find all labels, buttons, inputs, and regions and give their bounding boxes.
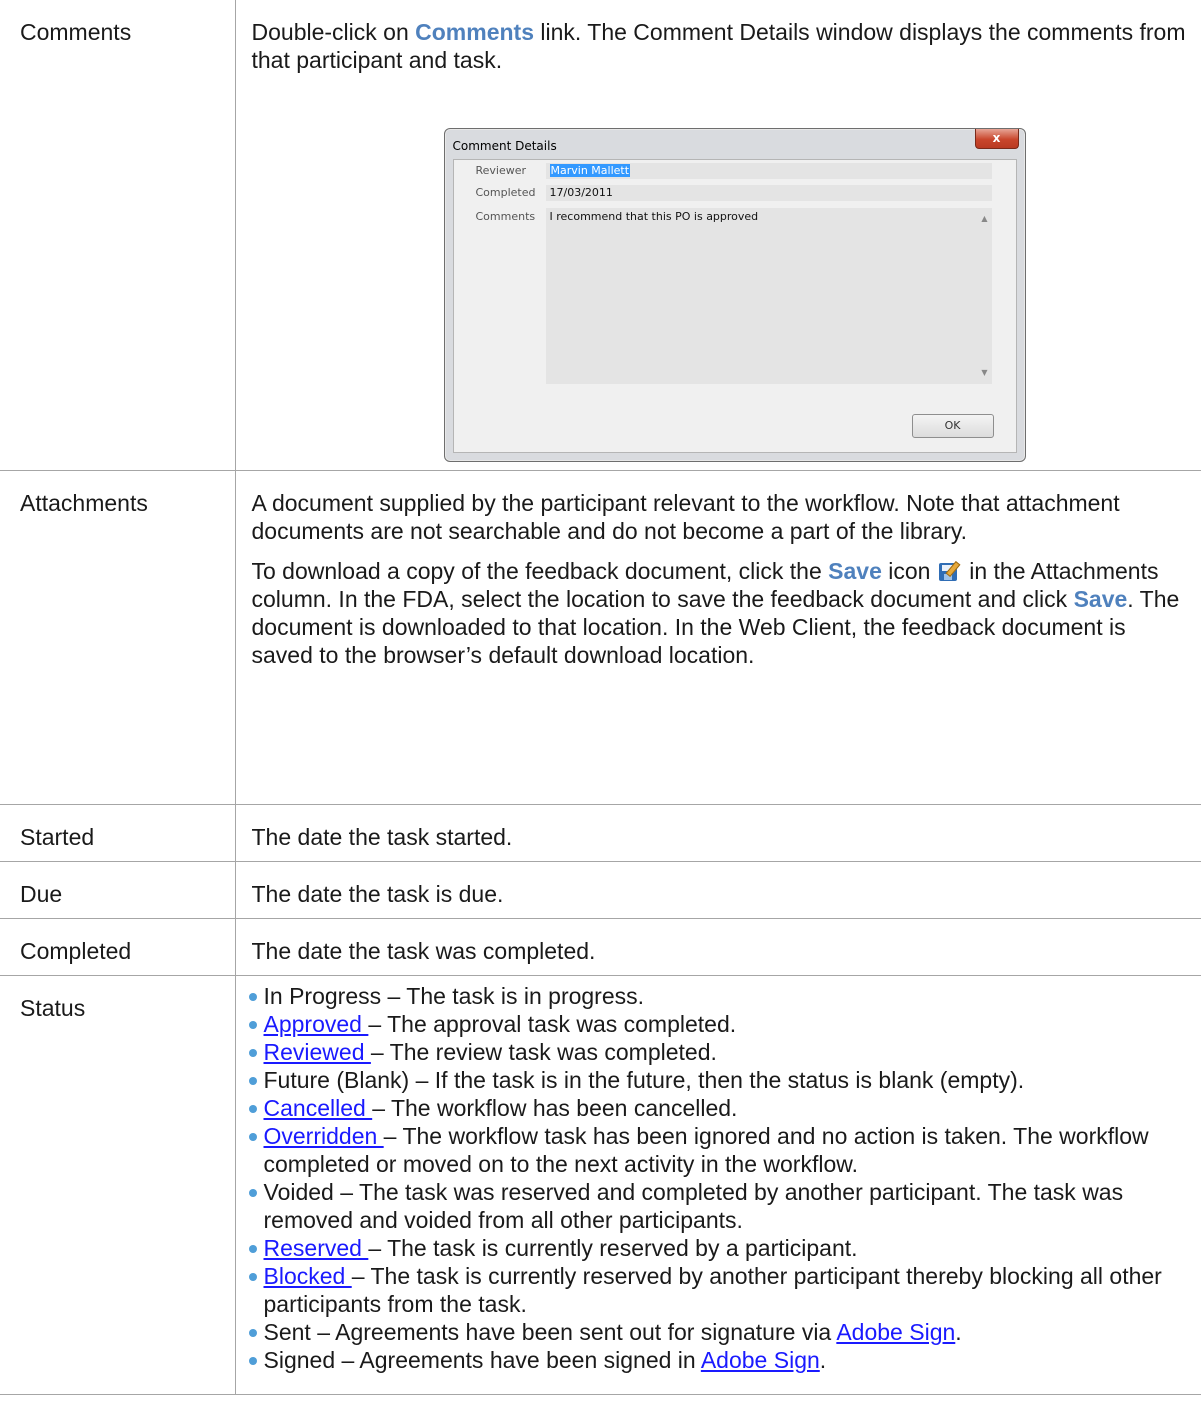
status-description: – Agreements have been sent out for sign… <box>310 1319 837 1345</box>
description-cell: The date the task was completed. <box>234 918 1201 976</box>
status-item: Blocked – The task is currently reserved… <box>238 1262 1188 1318</box>
table-row-status: Status In Progress – The task is in prog… <box>0 975 1201 1395</box>
completed-label: Completed <box>475 186 536 199</box>
status-link[interactable]: Approved <box>264 1011 369 1037</box>
comment-details-dialog: Comment Details x Reviewer Marvin Mallet… <box>443 128 1026 462</box>
attachments-para-1: A document supplied by the participant r… <box>251 490 1120 544</box>
table-row-comments: Comments Double-click on Comments link. … <box>0 0 1201 471</box>
comments-label: Comments <box>475 210 536 223</box>
description-cell: A document supplied by the participant r… <box>234 470 1201 805</box>
status-item: Future (Blank) – If the task is in the f… <box>238 1066 1188 1094</box>
status-description: – The workflow task has been ignored and… <box>263 1123 1149 1177</box>
status-list: In Progress – The task is in progress. Ap… <box>238 982 1188 1374</box>
adobe-sign-link[interactable]: Adobe Sign <box>836 1319 955 1345</box>
status-description: – If the task is in the future, then the… <box>409 1067 1025 1093</box>
term-cell: Due <box>0 861 236 919</box>
status-item: Cancelled – The workflow has been cancel… <box>238 1094 1188 1122</box>
close-icon[interactable]: x <box>974 129 1019 149</box>
status-item: Signed – Agreements have been signed in … <box>238 1346 1188 1374</box>
status-item: Voided – The task was reserved and compl… <box>238 1178 1188 1234</box>
status-description: – The approval task was completed. <box>368 1011 737 1037</box>
status-item: Reserved – The task is currently reserve… <box>238 1234 1188 1262</box>
status-description: – The task is in progress. <box>381 983 645 1009</box>
status-name: Signed <box>263 1347 336 1373</box>
attachments-para-2: To download a copy of the feedback docum… <box>251 558 1180 668</box>
status-description: – The review task was completed. <box>370 1039 717 1065</box>
comments-description: Double-click on Comments link. The Comme… <box>251 19 1186 73</box>
scrollbar[interactable]: ▲ ▼ <box>978 208 992 384</box>
ok-button[interactable]: OK <box>911 414 994 438</box>
status-name: Voided <box>263 1179 334 1205</box>
description-cell: Double-click on Comments link. The Comme… <box>234 0 1201 471</box>
status-link[interactable]: Overridden <box>264 1123 384 1149</box>
status-link[interactable]: Reserved <box>264 1235 369 1261</box>
status-item: Overridden – The workflow task has been … <box>238 1122 1188 1178</box>
status-description: – The task is currently reserved by a pa… <box>368 1235 858 1261</box>
term-cell: Attachments <box>0 470 236 805</box>
status-item: Sent – Agreements have been sent out for… <box>238 1318 1188 1346</box>
field-description-table: Comments Double-click on Comments link. … <box>0 0 1201 1395</box>
status-name: In Progress <box>263 983 382 1009</box>
status-item: In Progress – The task is in progress. <box>238 982 1188 1010</box>
completed-field[interactable]: 17/03/2011 <box>545 185 992 201</box>
table-row-due: Due The date the task is due. <box>0 861 1201 919</box>
reviewer-field[interactable]: Marvin Mallett <box>545 163 992 179</box>
term-cell: Comments <box>0 0 236 471</box>
status-description: – The task is currently reserved by anot… <box>263 1263 1162 1317</box>
status-link[interactable]: Cancelled <box>264 1095 373 1121</box>
status-description: – The workflow has been cancelled. <box>372 1095 738 1121</box>
status-name: Future (Blank) <box>263 1067 410 1093</box>
comments-textarea[interactable]: I recommend that this PO is approved ▲ ▼ <box>545 208 992 384</box>
reviewer-label: Reviewer <box>475 164 527 177</box>
status-description: – The task was reserved and completed by… <box>263 1179 1124 1233</box>
dialog-body: Reviewer Marvin Mallett Completed 17/03/… <box>452 159 1017 453</box>
scroll-up-icon[interactable]: ▲ <box>978 212 992 226</box>
comments-link-label: Comments <box>415 19 534 45</box>
status-link[interactable]: Blocked <box>264 1263 352 1289</box>
term-cell: Status <box>0 975 236 1395</box>
table-row-completed: Completed The date the task was complete… <box>0 918 1201 976</box>
description-cell: The date the task started. <box>234 804 1201 862</box>
table-row-attachments: Attachments A document supplied by the p… <box>0 470 1201 805</box>
term-cell: Completed <box>0 918 236 976</box>
dialog-title: Comment Details <box>452 139 557 153</box>
adobe-sign-link[interactable]: Adobe Sign <box>701 1347 820 1373</box>
status-item: Approved – The approval task was complet… <box>238 1010 1188 1038</box>
status-item: Reviewed – The review task was completed… <box>238 1038 1188 1066</box>
term-cell: Started <box>0 804 236 862</box>
status-link[interactable]: Reviewed <box>264 1039 371 1065</box>
description-cell: In Progress – The task is in progress. Ap… <box>234 975 1201 1395</box>
status-name: Sent <box>263 1319 311 1345</box>
table-row-started: Started The date the task started. <box>0 804 1201 862</box>
description-cell: The date the task is due. <box>234 861 1201 919</box>
save-edit-icon <box>938 560 961 581</box>
status-description: – Agreements have been signed in <box>335 1347 701 1373</box>
scroll-down-icon[interactable]: ▼ <box>978 366 992 380</box>
